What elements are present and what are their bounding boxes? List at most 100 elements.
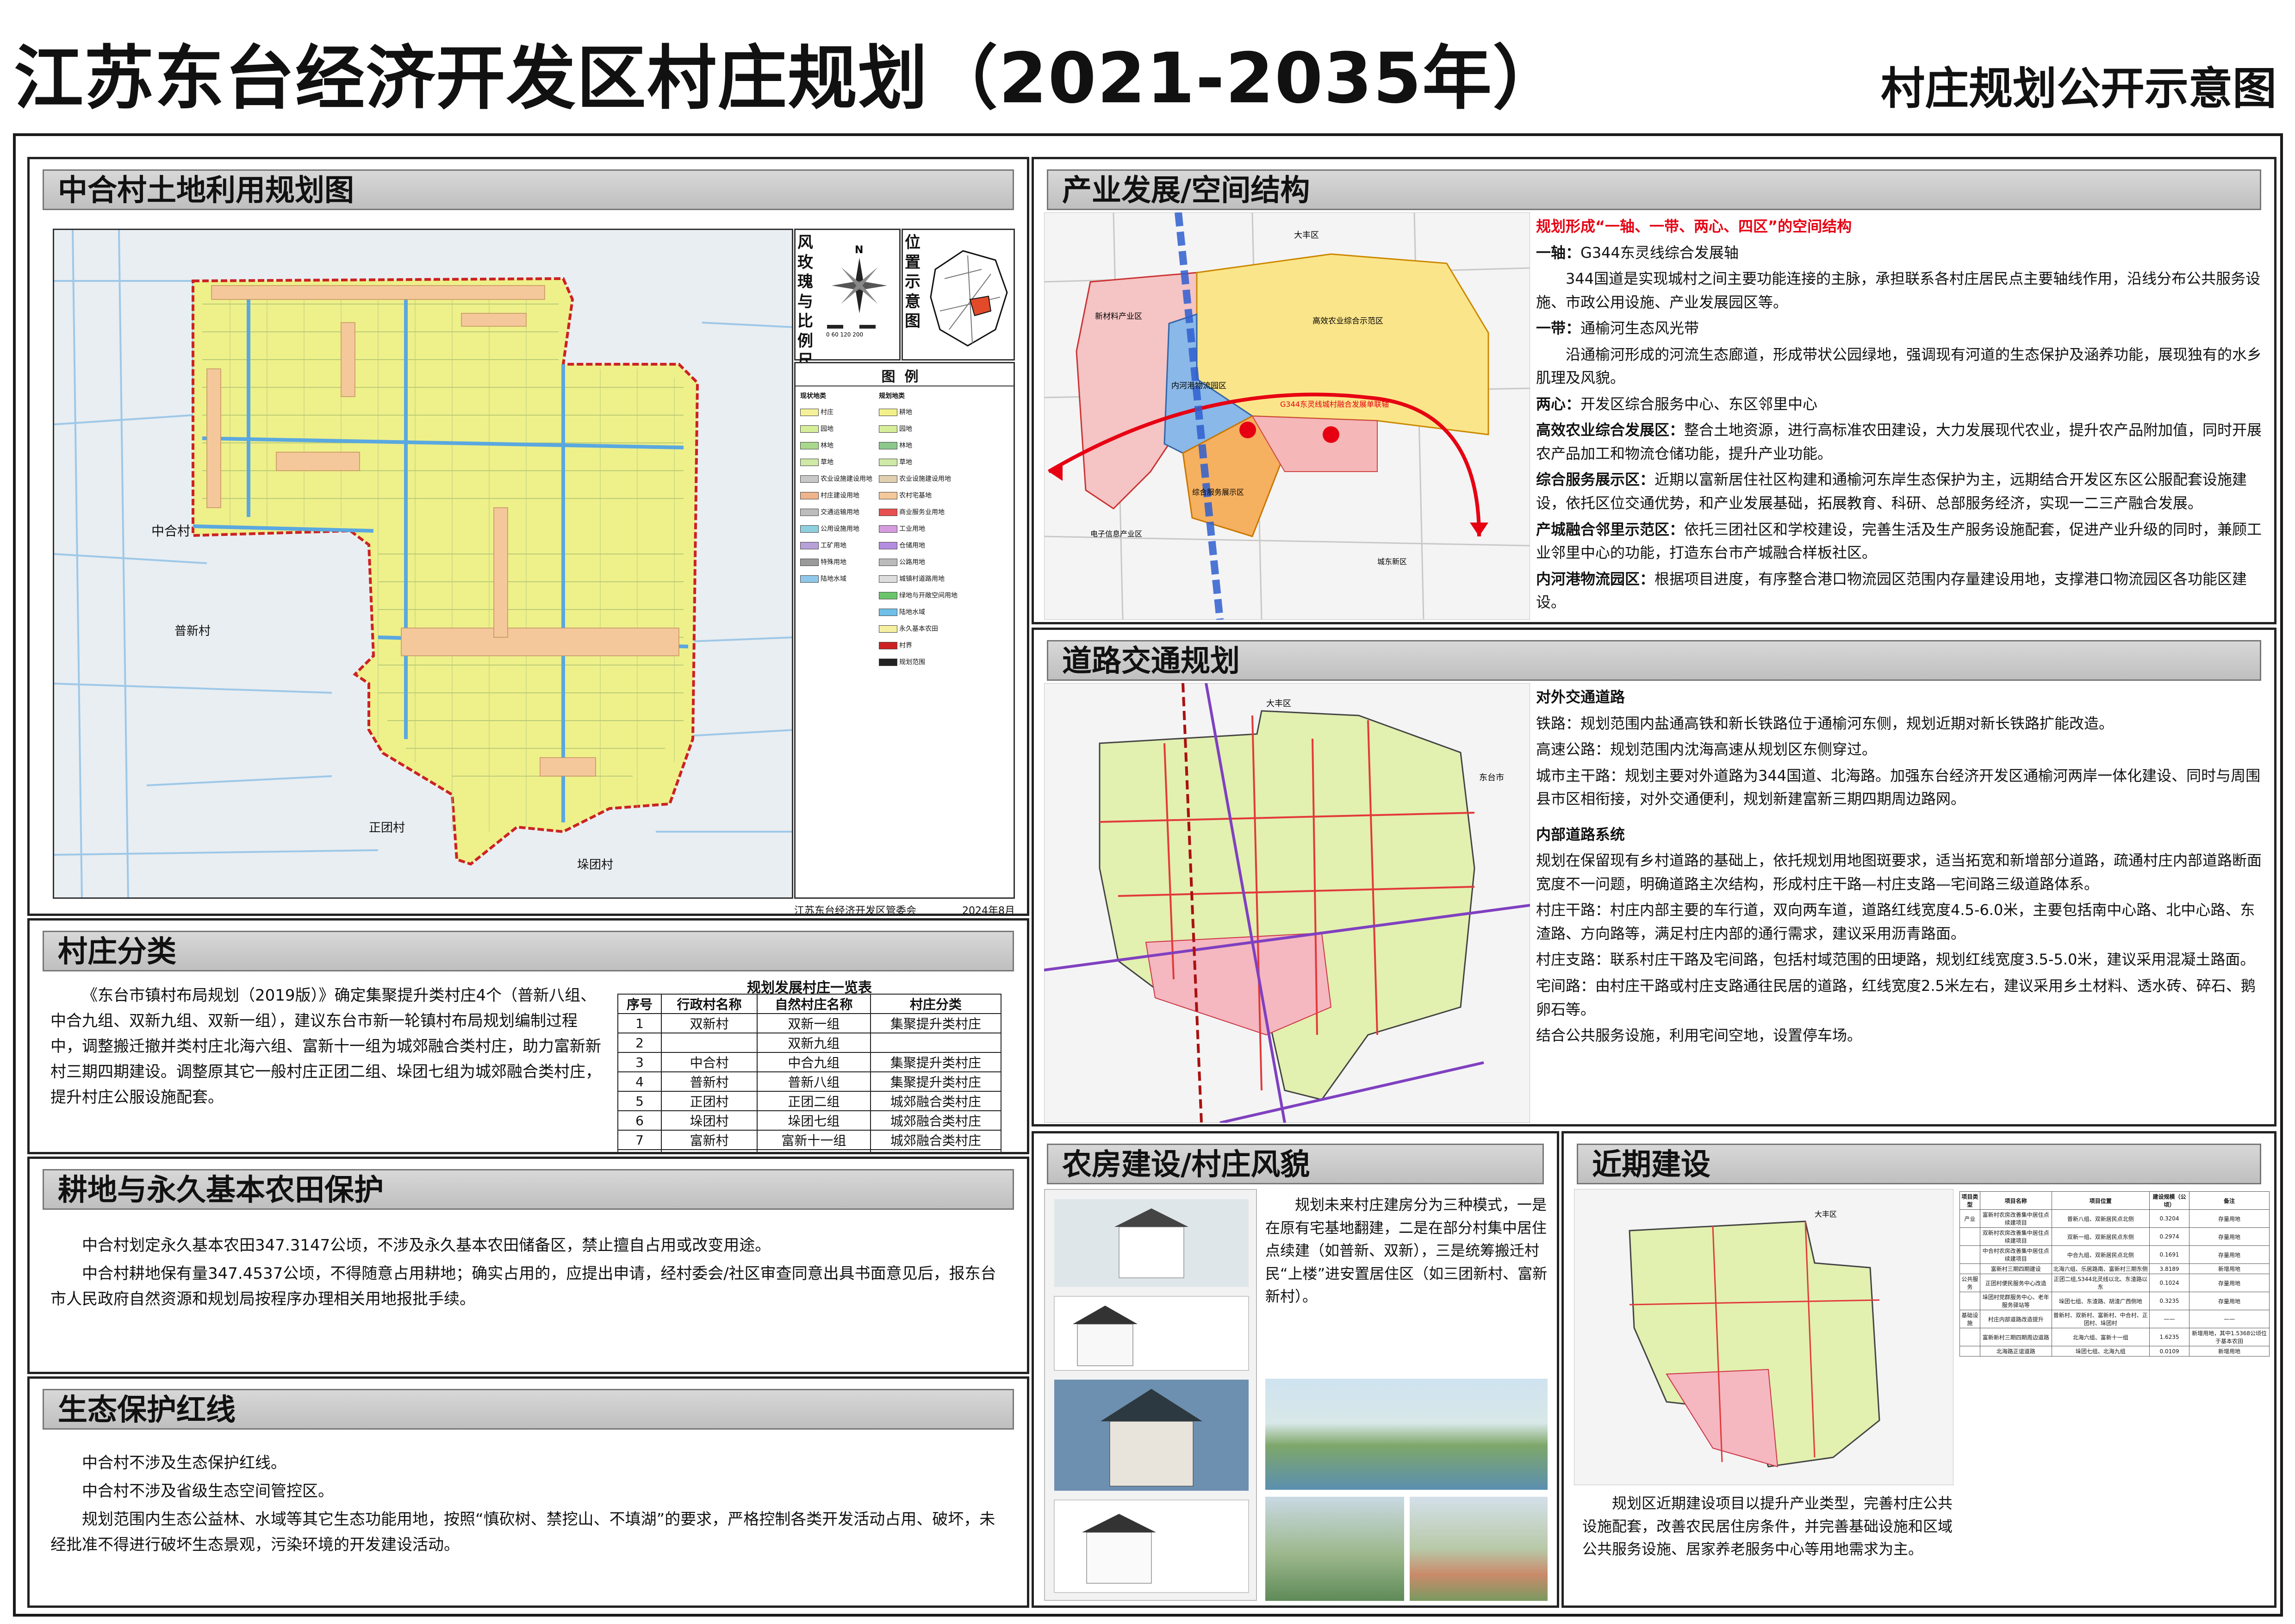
legend-item: 农村宅基地 bbox=[879, 491, 932, 500]
roads-map[interactable]: 大丰区 东台市 bbox=[1044, 683, 1530, 1123]
table-cell: 新增用地 bbox=[2189, 1263, 2270, 1274]
legend-item: 公路用地 bbox=[879, 557, 925, 566]
table-cell: 双新村 bbox=[661, 1013, 758, 1033]
table-row: 4 普新村 普新八组 集聚提升类村庄 bbox=[617, 1071, 1002, 1092]
table-cell bbox=[1959, 1328, 1980, 1346]
table-cell: 垛团七组、东渣路、胡渣广西侧地 bbox=[2051, 1292, 2150, 1310]
legend-item: 村庄 bbox=[800, 407, 833, 417]
legend-item: 永久基本农田 bbox=[879, 624, 938, 633]
table-cell: 存量用地 bbox=[2189, 1209, 2270, 1228]
table-cell: 4 bbox=[617, 1071, 662, 1092]
table-cell: 1.6235 bbox=[2149, 1328, 2190, 1346]
legend-item: 交通运输用地 bbox=[800, 507, 859, 516]
table-cell: 3 bbox=[617, 1052, 662, 1072]
wind-rose-label: 风玫瑰与比例尺 bbox=[797, 233, 813, 370]
table-cell: 7 bbox=[617, 1130, 662, 1150]
table-cell: 普新八组、双新居民点北侧 bbox=[2051, 1209, 2150, 1228]
legend-swatch bbox=[879, 609, 897, 616]
table-cell: 富新村三期四期建设 bbox=[1979, 1263, 2052, 1274]
classification-panel: 村庄分类 《东台市镇村布局规划（2019版）》确定集聚提升类村庄4个（普新八组、… bbox=[27, 918, 1029, 1154]
location-box: 位置示意图 bbox=[902, 229, 1015, 361]
table-cell: 5 bbox=[617, 1091, 662, 1111]
legend-item: 工矿用地 bbox=[800, 541, 846, 550]
legend-item: 农业设施建设用地 bbox=[879, 474, 951, 483]
legend-swatch bbox=[800, 442, 819, 449]
table-cell: 正团二组,S344北灵线以北、东渣路以东 bbox=[2051, 1274, 2150, 1292]
table-cell: 中合村 bbox=[661, 1052, 758, 1072]
table-cell: 垛团七组、北海九组 bbox=[2051, 1346, 2150, 1356]
table-cell: 村庄内部道路改造提升 bbox=[1979, 1310, 2052, 1328]
legend-title: 图例 bbox=[881, 369, 928, 385]
svg-text:高效农业综合示范区: 高效农业综合示范区 bbox=[1312, 317, 1383, 326]
table-row: 产业 富新村农房改善集中居住点续建项目 普新八组、双新居民点北侧 0.3204 存量用地 bbox=[1959, 1209, 2270, 1228]
table-cell: 北海六组、富新十一组 bbox=[2051, 1328, 2150, 1346]
table-cell bbox=[1959, 1292, 1980, 1310]
table-row: 北海路正谊道路 垛团七组、北海九组 0.0109 新增用地 bbox=[1959, 1346, 2270, 1356]
classification-text: 《东台市镇村布局规划（2019版）》确定集聚提升类村庄4个（普新八组、中合九组、… bbox=[50, 986, 601, 1107]
legend-item: 草地 bbox=[879, 457, 912, 467]
legend-item: 耕地 bbox=[879, 407, 912, 417]
proj-col-header: 项目位置 bbox=[2051, 1191, 2150, 1210]
legend-item: 城镇村道路用地 bbox=[879, 574, 945, 583]
legend-swatch bbox=[800, 409, 819, 416]
table-cell: 垛团村 bbox=[661, 1110, 758, 1131]
poster-frame: 中合村土地利用规划图 中合村 普新村 正团村 垛团村 风玫瑰与比例尺 N 0 6… bbox=[13, 133, 2283, 1617]
table-cell: 城郊融合类村庄 bbox=[870, 1110, 1002, 1131]
table-cell: 双新村农房改善集中居住点续建项目 bbox=[1979, 1227, 2052, 1246]
industry-map[interactable]: 大丰区 新材料产业区 高效农业综合示范区 内河港物流园区 G344东灵线城村融合… bbox=[1044, 212, 1530, 620]
table-row: 2 双新九组 bbox=[617, 1033, 1002, 1053]
legend-plan-title: 规划地类 bbox=[879, 392, 905, 400]
legend-swatch bbox=[879, 509, 897, 516]
housing-text: 规划未来村庄建房分为三种模式，一是在原有宅基地翻建，二是在部分村集中居住点续建（… bbox=[1265, 1196, 1548, 1306]
plan-col-header: 序号 bbox=[617, 994, 662, 1014]
table-cell: 新增用地，其中1.5368公顷位于基本农田 bbox=[2189, 1328, 2270, 1346]
table-cell bbox=[1959, 1227, 1980, 1246]
legend-swatch bbox=[879, 442, 897, 449]
table-cell: 富新村农房改善集中居住点续建项目 bbox=[1979, 1209, 2052, 1228]
classification-header: 村庄分类 bbox=[43, 931, 1014, 971]
village-label-zhonghe: 中合村 bbox=[151, 523, 190, 539]
table-cell: 存量用地 bbox=[2189, 1245, 2270, 1264]
legend-swatch bbox=[800, 542, 819, 549]
table-row: 中合村农房改善集中居住点续建项目 中合九组、双新居民点北侧 0.1691 存量用地 bbox=[1959, 1245, 2270, 1264]
nearterm-map[interactable]: 大丰区 bbox=[1574, 1189, 1953, 1485]
map-credit: 江苏东台经济开发区管委会 2024年8月 bbox=[794, 902, 1015, 914]
legend-swatch bbox=[879, 592, 897, 599]
legend-swatch bbox=[879, 459, 897, 466]
table-cell: 新增用地 bbox=[2189, 1346, 2270, 1356]
table-row: 垛团村党群服务中心、老年服务驿站等 垛团七组、东渣路、胡渣广西侧地 0.3235 存量… bbox=[1959, 1292, 2270, 1310]
table-cell: 集聚提升类村庄 bbox=[870, 1013, 1002, 1033]
table-row: 1 双新村 双新一组 集聚提升类村庄 bbox=[617, 1013, 1002, 1033]
legend-item: 公用设施用地 bbox=[800, 524, 859, 533]
legend-item: 农业设施建设用地 bbox=[800, 474, 872, 483]
nearterm-header: 近期建设 bbox=[1577, 1144, 2261, 1184]
land-use-map[interactable]: 中合村 普新村 正团村 垛团村 bbox=[53, 229, 793, 899]
table-cell: 产业 bbox=[1959, 1209, 1980, 1228]
roads-panel: 道路交通规划 大丰区 东台市 对外交通道路 铁路：规划范围内盐通高铁和新长铁路位… bbox=[1032, 628, 2276, 1126]
table-cell: 0.1691 bbox=[2149, 1245, 2190, 1264]
location-label: 位置示意图 bbox=[905, 233, 920, 330]
table-cell bbox=[870, 1033, 1002, 1053]
table-cell: 公共服务 bbox=[1959, 1274, 1980, 1292]
table-cell: 存量用地 bbox=[2189, 1227, 2270, 1246]
table-cell bbox=[1959, 1346, 1980, 1356]
legend-swatch bbox=[879, 525, 897, 533]
table-cell: 8 bbox=[617, 1149, 662, 1152]
legend-swatch bbox=[800, 459, 819, 466]
village-label-puxin: 普新村 bbox=[174, 624, 211, 638]
table-cell: —— bbox=[2189, 1310, 2270, 1328]
table-cell: 集聚提升类村庄 bbox=[870, 1052, 1002, 1072]
table-cell: 城郊融合类村庄 bbox=[870, 1130, 1002, 1150]
legend-swatch bbox=[800, 575, 819, 583]
table-cell: 0.1024 bbox=[2149, 1274, 2190, 1292]
table-cell: 0.2974 bbox=[2149, 1227, 2190, 1246]
legend-swatch bbox=[800, 425, 819, 433]
table-row: 公共服务 正团村便民服务中心改造 正团二组,S344北灵线以北、东渣路以东 0.102… bbox=[1959, 1274, 2270, 1292]
svg-text:大丰区: 大丰区 bbox=[1266, 699, 1291, 709]
legend-item: 陆地水域 bbox=[800, 574, 846, 583]
plan-col-header: 自然村庄名称 bbox=[757, 994, 871, 1014]
legend-item: 村庄建设用地 bbox=[800, 491, 859, 500]
table-cell: 存量用地 bbox=[2189, 1274, 2270, 1292]
wind-rose-box: 风玫瑰与比例尺 N 0 60 120 200 bbox=[794, 229, 901, 370]
legend-item: 村界 bbox=[879, 641, 912, 650]
